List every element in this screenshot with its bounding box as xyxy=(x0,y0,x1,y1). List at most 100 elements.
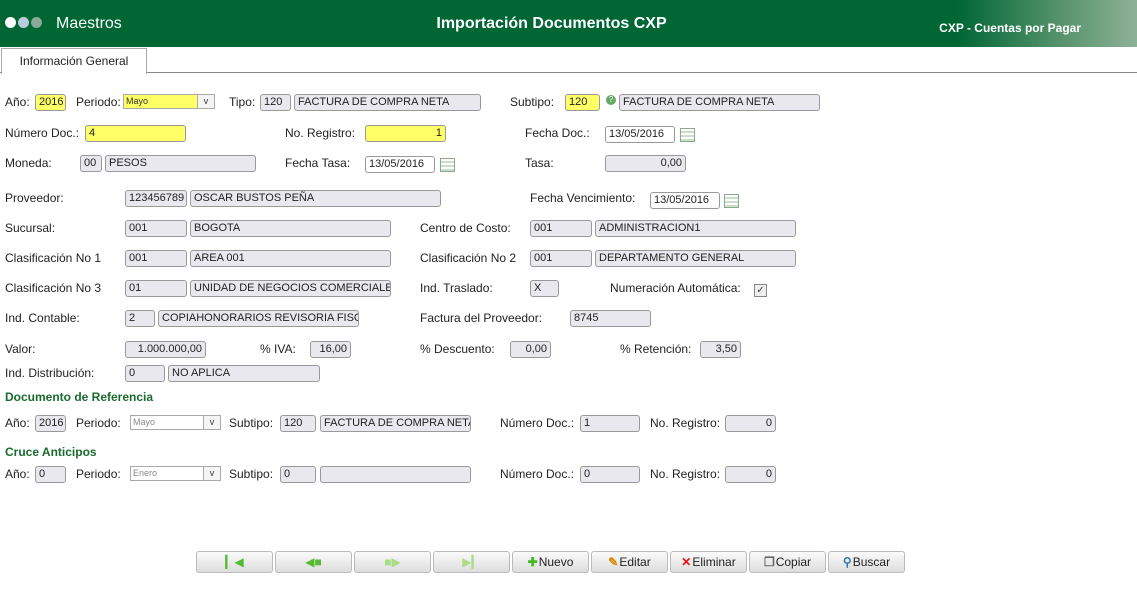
factura-prov-label: Factura del Proveedor: xyxy=(420,311,543,325)
ind-dist-code-input[interactable]: 0 xyxy=(125,365,165,382)
moneda-code-input[interactable]: 00 xyxy=(80,155,102,172)
tab-informacion-general[interactable]: Información General xyxy=(1,48,147,74)
previous-button[interactable]: ◀■ xyxy=(275,551,352,573)
cruce-subtipo-code-input[interactable]: 0 xyxy=(280,466,316,483)
ind-contable-name-input[interactable]: COPIAHONORARIOS REVISORIA FISC xyxy=(158,310,359,327)
cruce-periodo-value: Enero xyxy=(133,468,158,478)
tasa-input[interactable]: 0,00 xyxy=(605,155,686,172)
anio-label: Año: xyxy=(5,95,30,109)
proveedor-code-input[interactable]: 123456789 xyxy=(125,190,187,207)
cruce-periodo-select[interactable]: Enero v xyxy=(130,466,221,481)
ref-subtipo-code-input[interactable]: 120 xyxy=(280,415,316,432)
ind-dist-name-input[interactable]: NO APLICA xyxy=(168,365,320,382)
descuento-input[interactable]: 0,00 xyxy=(510,341,551,358)
proveedor-label: Proveedor: xyxy=(5,191,64,205)
ref-periodo-value: Mayo xyxy=(133,417,156,427)
fecha-tasa-label: Fecha Tasa: xyxy=(285,156,351,170)
fecha-doc-input[interactable]: 13/05/2016 xyxy=(605,126,675,143)
copiar-button[interactable]: ❐Copiar xyxy=(749,551,826,573)
search-icon: ⚲ xyxy=(842,555,852,569)
no-registro-input[interactable]: 1 xyxy=(365,125,446,142)
first-record-icon: ▎◀ xyxy=(225,555,244,569)
module-name: CXP - Cuentas por Pagar xyxy=(939,21,1081,35)
clasif2-name-input[interactable]: DEPARTAMENTO GENERAL xyxy=(595,250,796,267)
subtipo-name-input[interactable]: FACTURA DE COMPRA NETA xyxy=(619,94,820,111)
cruce-numero-doc-input[interactable]: 0 xyxy=(580,466,640,483)
clasif3-label: Clasificación No 3 xyxy=(5,281,102,295)
calendar-icon[interactable] xyxy=(440,158,455,172)
app-header: Maestros Importación Documentos CXP CXP … xyxy=(0,0,1137,47)
cruce-subtipo-name-input[interactable] xyxy=(320,466,471,483)
numero-doc-input[interactable]: 4 xyxy=(85,125,186,142)
retencion-label: % Retención: xyxy=(620,342,692,356)
centro-code-input[interactable]: 001 xyxy=(530,220,592,237)
ref-periodo-label: Periodo: xyxy=(76,416,121,430)
fecha-tasa-input[interactable]: 13/05/2016 xyxy=(365,156,435,173)
tipo-code-input[interactable]: 120 xyxy=(260,94,291,111)
cruce-subtipo-label: Subtipo: xyxy=(229,467,274,481)
clasif2-code-input[interactable]: 001 xyxy=(530,250,592,267)
cruce-periodo-label: Periodo: xyxy=(76,467,121,481)
iva-input[interactable]: 16,00 xyxy=(310,341,351,358)
referencia-heading: Documento de Referencia xyxy=(5,390,154,404)
copiar-label: Copiar xyxy=(775,555,812,569)
eliminar-button[interactable]: ✕Eliminar xyxy=(670,551,747,573)
valor-input[interactable]: 1.000.000,00 xyxy=(125,341,206,358)
centro-costo-label: Centro de Costo: xyxy=(420,221,511,235)
ind-contable-label: Ind. Contable: xyxy=(5,311,80,325)
ind-contable-code-input[interactable]: 2 xyxy=(125,310,155,327)
sucursal-label: Sucursal: xyxy=(5,221,56,235)
clasif1-label: Clasificación No 1 xyxy=(5,251,102,265)
periodo-select[interactable]: Mayo v xyxy=(123,94,215,109)
clasif1-code-input[interactable]: 001 xyxy=(125,250,187,267)
numeracion-label: Numeración Automática: xyxy=(610,281,741,295)
tipo-name-input[interactable]: FACTURA DE COMPRA NETA xyxy=(294,94,481,111)
centro-name-input[interactable]: ADMINISTRACION1 xyxy=(595,220,796,237)
cruce-no-registro-label: No. Registro: xyxy=(650,467,721,481)
last-button[interactable]: ▶▎ xyxy=(433,551,510,573)
subtipo-code-input[interactable]: 120 xyxy=(565,94,600,111)
calendar-icon[interactable] xyxy=(680,128,695,142)
ref-anio-label: Año: xyxy=(5,416,30,430)
numeracion-checkbox[interactable]: ✓ xyxy=(754,284,767,297)
calendar-icon[interactable] xyxy=(724,194,739,208)
cruce-numero-doc-label: Número Doc.: xyxy=(500,467,575,481)
anio-input[interactable]: 2016 xyxy=(35,94,66,111)
sucursal-code-input[interactable]: 001 xyxy=(125,220,187,237)
tasa-label: Tasa: xyxy=(525,156,554,170)
first-button[interactable]: ▎◀ xyxy=(196,551,273,573)
ind-traslado-input[interactable]: X xyxy=(530,280,559,297)
ref-numero-doc-input[interactable]: 1 xyxy=(580,415,640,432)
clasif3-code-input[interactable]: 01 xyxy=(125,280,187,297)
cruce-heading: Cruce Anticipos xyxy=(5,445,97,459)
plus-icon: ✚ xyxy=(527,555,538,569)
iva-label: % IVA: xyxy=(260,342,296,356)
clasif1-name-input[interactable]: AREA 001 xyxy=(190,250,391,267)
moneda-label: Moneda: xyxy=(5,156,52,170)
ref-periodo-select[interactable]: Mayo v xyxy=(130,415,221,430)
help-icon[interactable]: ? xyxy=(606,95,616,105)
no-registro-label: No. Registro: xyxy=(285,126,356,140)
next-button[interactable]: ■▶ xyxy=(354,551,431,573)
copy-icon: ❐ xyxy=(763,555,775,569)
numero-doc-label: Número Doc.: xyxy=(5,126,80,140)
pencil-icon: ✎ xyxy=(608,555,619,569)
buscar-button[interactable]: ⚲Buscar xyxy=(828,551,905,573)
moneda-name-input[interactable]: PESOS xyxy=(105,155,256,172)
editar-button[interactable]: ✎Editar xyxy=(591,551,668,573)
ref-subtipo-name-input[interactable]: FACTURA DE COMPRA NETA xyxy=(320,415,471,432)
clasif3-name-input[interactable]: UNIDAD DE NEGOCIOS COMERCIALES xyxy=(190,280,391,297)
cruce-anio-input[interactable]: 0 xyxy=(35,466,66,483)
retencion-input[interactable]: 3,50 xyxy=(700,341,741,358)
factura-prov-input[interactable]: 8745 xyxy=(570,310,651,327)
proveedor-name-input[interactable]: OSCAR BUSTOS PEÑA xyxy=(190,190,441,207)
periodo-value: Mayo xyxy=(126,96,149,106)
arrow-right-icon: ■▶ xyxy=(384,555,401,569)
sucursal-name-input[interactable]: BOGOTA xyxy=(190,220,391,237)
nuevo-button[interactable]: ✚Nuevo xyxy=(512,551,589,573)
fecha-venc-input[interactable]: 13/05/2016 xyxy=(650,192,720,209)
ref-no-registro-input[interactable]: 0 xyxy=(725,415,776,432)
ref-anio-input[interactable]: 2016 xyxy=(35,415,66,432)
tipo-label: Tipo: xyxy=(229,95,256,109)
cruce-no-registro-input[interactable]: 0 xyxy=(725,466,776,483)
